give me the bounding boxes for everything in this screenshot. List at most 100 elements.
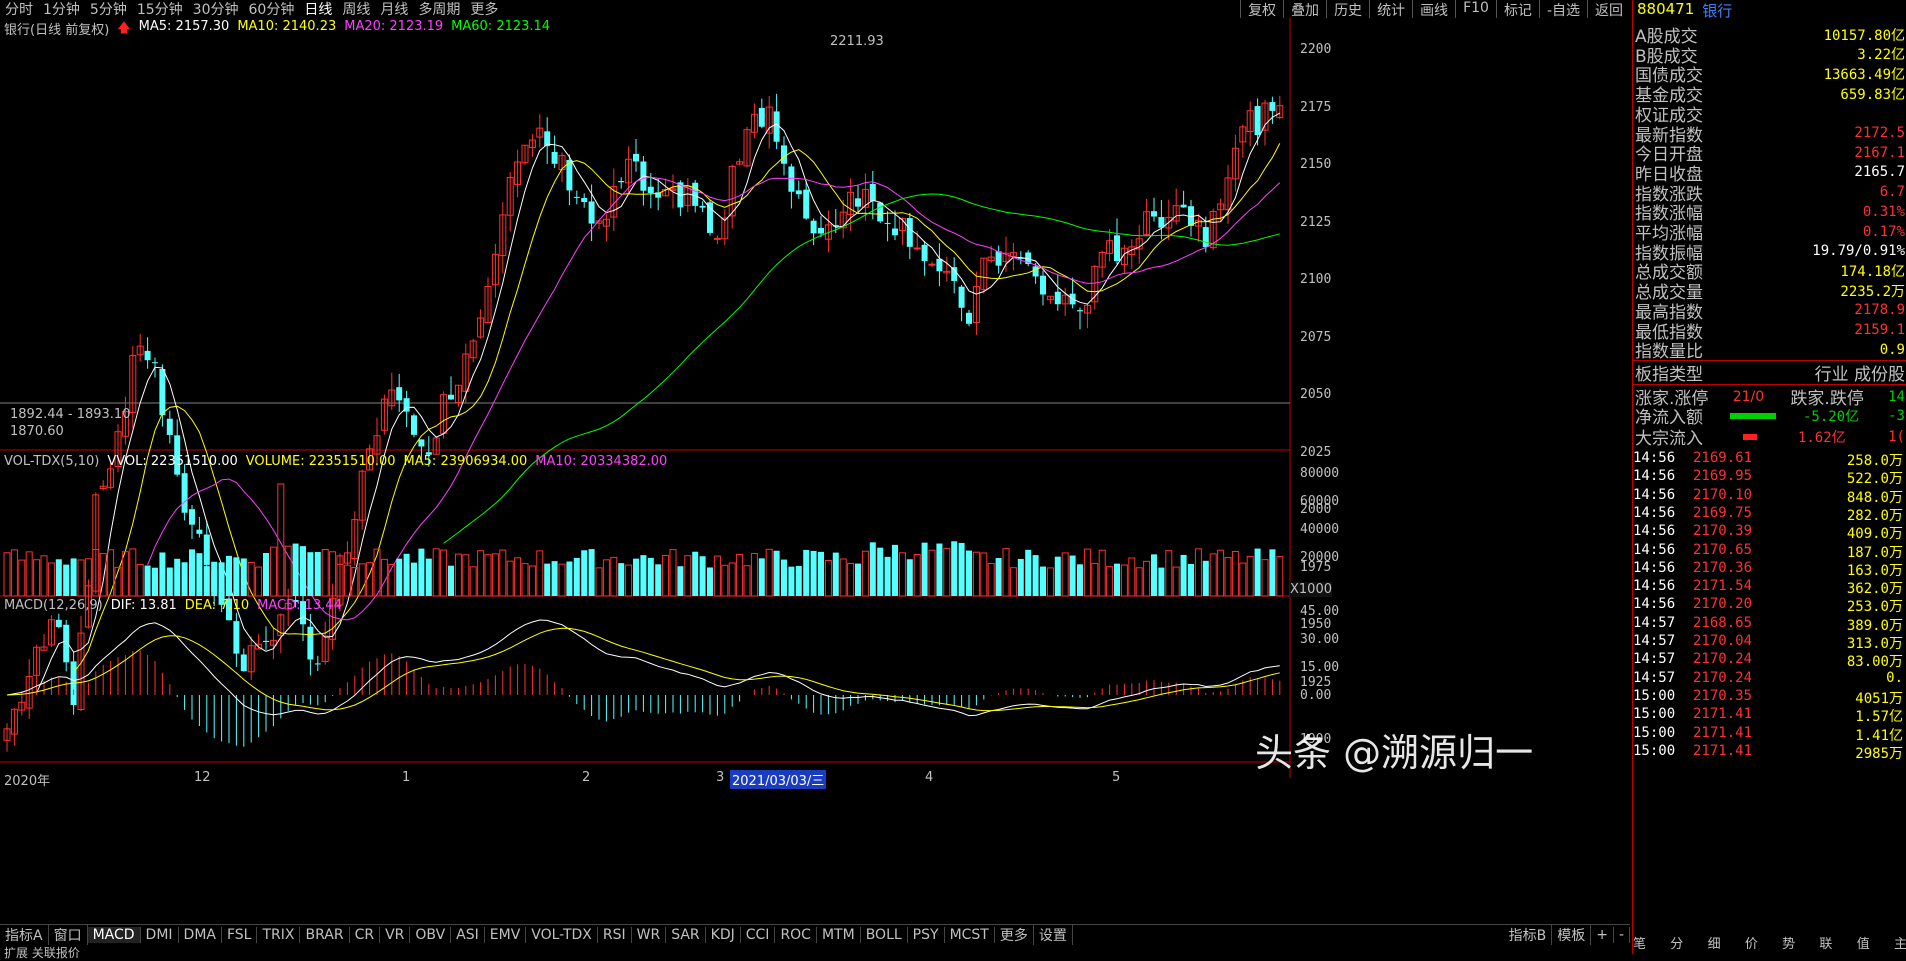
indicator-tab[interactable]: DMI xyxy=(141,927,179,943)
indicator-tab[interactable]: 窗口 xyxy=(49,925,88,945)
indicator-tab[interactable]: - xyxy=(1614,927,1630,943)
indicator-tab[interactable]: RSI xyxy=(598,927,632,943)
volume-bar xyxy=(1276,556,1284,597)
period-tab[interactable]: 月线 xyxy=(375,0,413,19)
volume-bar xyxy=(803,549,810,596)
indicator-tab[interactable]: 指标A xyxy=(0,925,49,945)
ma5-legend: MA5: 2157.30 xyxy=(138,19,230,34)
indicator-tab[interactable]: TRIX xyxy=(257,927,301,943)
period-tab[interactable]: 30分钟 xyxy=(188,0,244,19)
index-type-row: 板指类型 行业 成份股 xyxy=(1633,360,1906,385)
candle-body xyxy=(958,286,965,308)
indicator-tab[interactable]: CCI xyxy=(741,927,776,943)
period-tab[interactable]: 60分钟 xyxy=(244,0,300,19)
month-3: 3 xyxy=(716,770,725,785)
indicator-tab[interactable]: EMV xyxy=(485,927,527,943)
period-tab[interactable]: 多周期 xyxy=(413,0,465,19)
toolbar-button[interactable]: F10 xyxy=(1455,0,1496,18)
indicator-tab[interactable]: MCST xyxy=(945,927,995,943)
vol-title[interactable]: VOL-TDX(5,10) xyxy=(4,454,99,469)
indicator-tab[interactable]: VR xyxy=(380,927,411,943)
volume-bar xyxy=(1143,560,1151,597)
type-value[interactable]: 行业 成份股 xyxy=(1815,360,1906,385)
volume-bar xyxy=(943,547,951,597)
indicator-tab[interactable]: KDJ xyxy=(706,927,741,943)
indicator-tab[interactable]: 更多 xyxy=(995,925,1034,945)
period-tab[interactable]: 日线 xyxy=(299,0,337,19)
toolbar-button[interactable]: 统计 xyxy=(1369,0,1412,19)
indicator-tab[interactable]: 指标B xyxy=(1504,925,1553,945)
panel-tab[interactable]: 笔 xyxy=(1633,933,1646,952)
panel-tab[interactable]: 分 xyxy=(1670,933,1683,952)
volume-bar xyxy=(33,559,41,597)
indicator-tab[interactable]: OBV xyxy=(410,927,452,943)
indicator-tab[interactable]: + xyxy=(1591,927,1614,943)
volume-bar xyxy=(640,555,647,596)
panel-tab[interactable]: 值 xyxy=(1857,933,1870,952)
indicator-tab[interactable]: CR xyxy=(350,927,381,943)
volume-bar xyxy=(166,567,173,596)
indicator-tab[interactable]: 设置 xyxy=(1034,925,1073,945)
period-tab[interactable]: 更多 xyxy=(465,0,503,19)
period-tab[interactable]: 5分钟 xyxy=(85,0,132,19)
candle-body xyxy=(396,387,403,401)
candle-body xyxy=(1054,291,1061,305)
candle-body xyxy=(699,205,706,208)
flow-value-2: 1( xyxy=(1888,428,1905,445)
indicator-tab[interactable]: DMA xyxy=(179,927,222,943)
panel-tab[interactable]: 价 xyxy=(1745,933,1758,952)
period-tab[interactable]: 15分钟 xyxy=(132,0,188,19)
volume-bar xyxy=(1217,549,1225,597)
volume-bar xyxy=(233,557,240,596)
ma20-legend: MA20: 2123.19 xyxy=(344,19,444,34)
toolbar-button[interactable]: 返回 xyxy=(1587,0,1630,19)
indicator-tab[interactable]: FSL xyxy=(222,927,258,943)
panel-tab[interactable]: 联 xyxy=(1819,933,1832,952)
period-tab[interactable]: 周线 xyxy=(337,0,375,19)
volume-bar xyxy=(1002,548,1010,597)
candle-body xyxy=(1040,275,1046,295)
volume-bar xyxy=(388,564,396,597)
volume-bar xyxy=(765,548,773,597)
indicator-tab[interactable]: BRAR xyxy=(300,927,350,943)
period-tab[interactable]: 分时 xyxy=(0,0,38,19)
panel-tab[interactable]: 主 xyxy=(1894,933,1906,952)
volume-bar xyxy=(884,556,891,596)
volume-bar xyxy=(1261,559,1269,597)
toolbar-button[interactable]: 画线 xyxy=(1412,0,1455,19)
toolbar-button[interactable]: -自选 xyxy=(1538,0,1587,19)
indicator-tab[interactable]: SAR xyxy=(666,927,706,943)
toolbar-button[interactable]: 叠加 xyxy=(1283,0,1326,19)
toolbar-button[interactable]: 标记 xyxy=(1495,0,1539,19)
indicator-tab[interactable]: ASI xyxy=(451,927,485,943)
period-tab[interactable]: 1分钟 xyxy=(38,0,85,19)
indicator-tab[interactable]: VOL-TDX xyxy=(526,927,598,943)
candle-body xyxy=(818,227,824,234)
indicator-tab[interactable]: PSY xyxy=(908,927,945,943)
panel-tab[interactable]: 势 xyxy=(1782,933,1795,952)
indicator-tab[interactable]: MACD xyxy=(87,927,141,943)
volume-bar xyxy=(647,557,654,596)
volume-bar xyxy=(284,545,292,597)
volume-bar xyxy=(1091,562,1099,597)
macd-title[interactable]: MACD(12,26,9) xyxy=(4,598,103,613)
volume-bar xyxy=(987,562,995,597)
indicator-tab[interactable]: 模板 xyxy=(1552,925,1592,945)
ma10-legend: MA10: 2140.23 xyxy=(237,19,337,34)
indicator-tab[interactable]: WR xyxy=(632,927,667,943)
panel-tab[interactable]: 细 xyxy=(1708,933,1721,952)
candle-body xyxy=(152,362,158,364)
indicator-tab[interactable]: BOLL xyxy=(861,927,908,943)
toolbar-button[interactable]: 历史 xyxy=(1326,0,1369,19)
month-4: 4 xyxy=(925,770,934,785)
volume-bar xyxy=(773,550,780,596)
toolbar-button[interactable]: 复权 xyxy=(1240,0,1283,19)
volume-bar xyxy=(1128,557,1136,597)
indicator-tab[interactable]: MTM xyxy=(817,927,861,943)
volume-bar xyxy=(77,559,85,597)
red-arrow-icon[interactable]: 🡅 xyxy=(117,19,130,41)
indicator-tab[interactable]: ROC xyxy=(775,927,817,943)
volume-bar xyxy=(684,555,692,597)
type-label: 板指类型 xyxy=(1635,365,1703,385)
candle-body xyxy=(928,263,936,266)
